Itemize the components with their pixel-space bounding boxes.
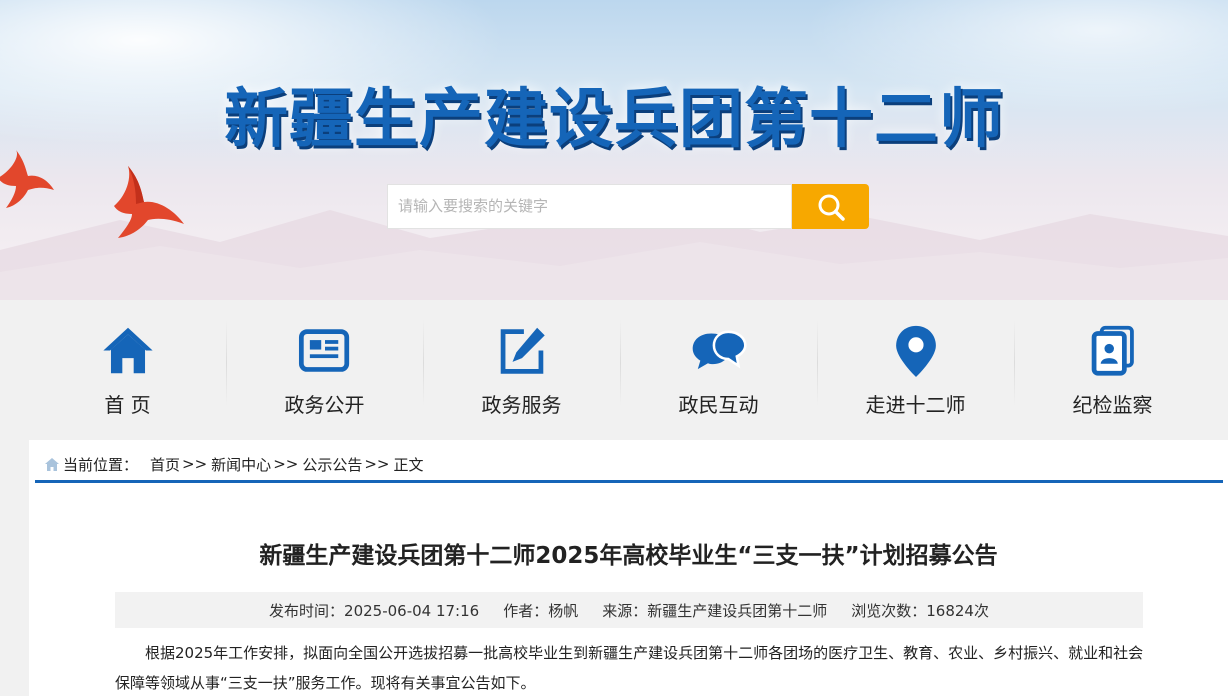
home-icon	[102, 327, 153, 374]
nav-item-home[interactable]: 首 页	[29, 318, 226, 418]
breadcrumb-link-home[interactable]: 首页	[150, 454, 180, 475]
nav-item-discipline-inspection[interactable]: 纪检监察	[1014, 318, 1211, 418]
article-meta: 发布时间：2025-06-04 17:16 作者：杨帆 来源：新疆生产建设兵团第…	[115, 592, 1143, 628]
breadcrumb-current: 正文	[393, 455, 424, 474]
breadcrumb-link-news-center[interactable]: 新闻中心	[211, 454, 271, 475]
nav-label-about-division: 走进十二师	[865, 393, 966, 417]
chat-bubbles-icon	[692, 330, 747, 370]
red-bird	[114, 166, 184, 238]
nav-label-government-affairs: 政务公开	[284, 393, 365, 417]
nav-item-public-interaction[interactable]: 政民互动	[620, 318, 817, 418]
breadcrumb-divider	[35, 480, 1223, 483]
article-body: 根据2025年工作安排，拟面向全国公开选拔招募一批高校毕业生到新疆生产建设兵团第…	[115, 644, 1144, 692]
author: 作者：杨帆	[503, 601, 579, 620]
article-panel: 当前位置： 首页 >> 新闻中心 >> 公示公告 >> 正文 新疆生产建设兵团第…	[29, 440, 1228, 696]
nav-item-government-affairs[interactable]: 政务公开	[226, 318, 423, 418]
newspaper-icon	[298, 329, 349, 372]
breadcrumb-separator: >>	[273, 455, 299, 473]
view-count: 浏览次数：16824次	[851, 601, 989, 620]
edit-icon	[500, 327, 545, 374]
search-bar	[387, 184, 869, 229]
breadcrumb-link-announcements[interactable]: 公示公告	[302, 454, 362, 475]
nav-item-about-division[interactable]: 走进十二师	[817, 318, 1014, 418]
publish-time: 发布时间：2025-06-04 17:16	[269, 601, 480, 620]
nav-label-public-interaction: 政民互动	[678, 393, 759, 417]
breadcrumb: 当前位置： 首页 >> 新闻中心 >> 公示公告 >> 正文	[45, 454, 424, 474]
id-card-icon	[1091, 325, 1134, 376]
source: 来源：新疆生产建设兵团第十二师	[602, 601, 828, 620]
nav-label-government-services: 政务服务	[481, 393, 562, 417]
article-title: 新疆生产建设兵团第十二师2025年高校毕业生“三支一扶”计划招募公告	[259, 543, 998, 569]
main-nav: 首 页 政务公开 政务服务 政民互动 走进十二师 纪检监察	[29, 318, 1211, 418]
nav-label-home: 首 页	[104, 393, 151, 417]
site-title: 新疆生产建设兵团第十二师	[224, 83, 1004, 157]
breadcrumb-label: 当前位置：	[63, 455, 139, 474]
breadcrumb-home-icon	[45, 457, 59, 471]
search-input[interactable]	[387, 184, 792, 229]
nav-item-government-services[interactable]: 政务服务	[423, 318, 620, 418]
search-icon	[818, 194, 845, 221]
breadcrumb-separator: >>	[182, 455, 208, 473]
nav-label-discipline-inspection: 纪检监察	[1072, 393, 1153, 417]
breadcrumb-separator: >>	[364, 455, 390, 473]
search-button[interactable]	[792, 184, 869, 229]
map-pin-icon	[895, 325, 936, 377]
header-banner: 新疆生产建设兵团第十二师	[0, 0, 1228, 300]
